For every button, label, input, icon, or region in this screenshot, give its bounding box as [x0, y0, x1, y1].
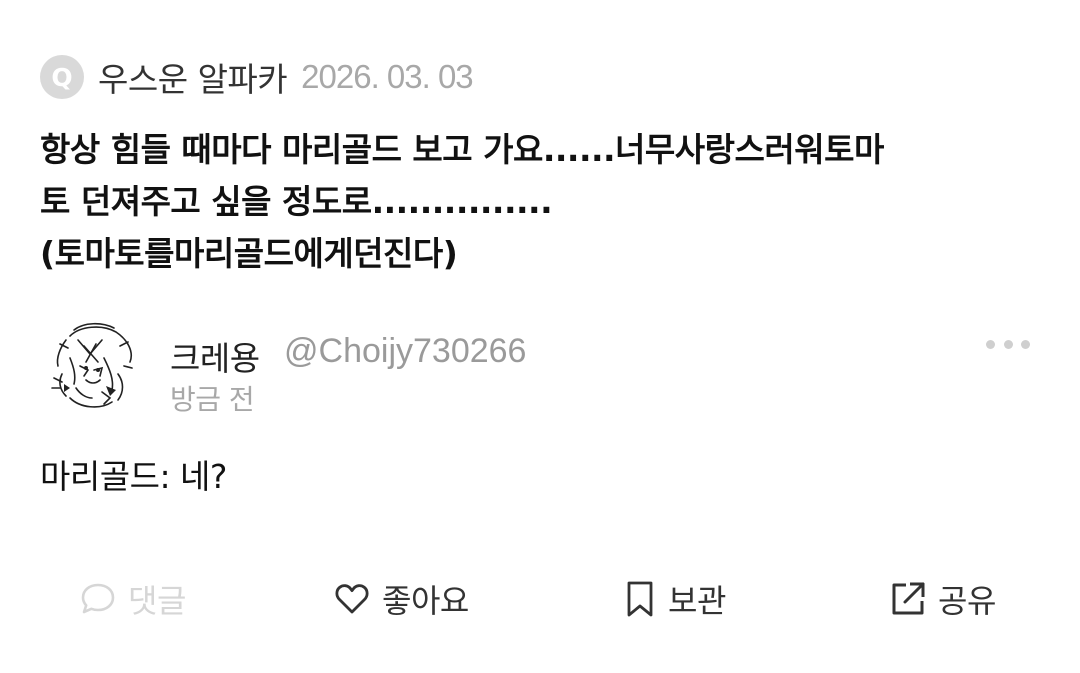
share-button[interactable]: 공유 — [888, 572, 996, 626]
save-button[interactable]: 보관 — [622, 572, 726, 626]
more-dot — [1003, 339, 1013, 349]
question-badge-icon: Q — [40, 55, 84, 99]
share-icon — [892, 582, 925, 615]
avatar[interactable] — [40, 318, 140, 418]
bookmark-icon — [627, 581, 653, 617]
answerer-handle[interactable]: @Choijy730266 — [284, 332, 526, 371]
like-label: 좋아요 — [382, 582, 469, 620]
question-date: 2026. 03. 03 — [301, 58, 473, 95]
save-label: 보관 — [668, 582, 726, 620]
answer-text: 마리골드: 네? — [40, 457, 227, 496]
more-dot — [1021, 339, 1030, 349]
share-label: 공유 — [938, 582, 996, 620]
question-text: 항상 힘들 때마다 마리골드 보고 가요......너무사랑스러워토마 토 던져… — [40, 130, 884, 273]
more-dot — [986, 339, 995, 349]
answerer-name[interactable]: 크레용 — [170, 332, 260, 380]
avatar-sketch-icon — [51, 322, 133, 408]
more-icon[interactable] — [986, 332, 1030, 356]
heart-icon — [335, 584, 369, 614]
comment-button[interactable]: 댓글 — [78, 572, 186, 626]
like-button[interactable]: 좋아요 — [332, 572, 469, 626]
comment-icon — [81, 583, 115, 614]
comment-label: 댓글 — [128, 582, 186, 620]
question-header: Q 우스운 알파카 2026. 03. 03 — [40, 53, 474, 101]
action-bar: 댓글 좋아요 보관 공유 — [0, 572, 1080, 626]
answer-header: 크레용 @Choijy730266 방금 전 — [40, 318, 1040, 422]
answer-time: 방금 전 — [170, 383, 255, 416]
asker-name[interactable]: 우스운 알파카 — [98, 53, 288, 101]
